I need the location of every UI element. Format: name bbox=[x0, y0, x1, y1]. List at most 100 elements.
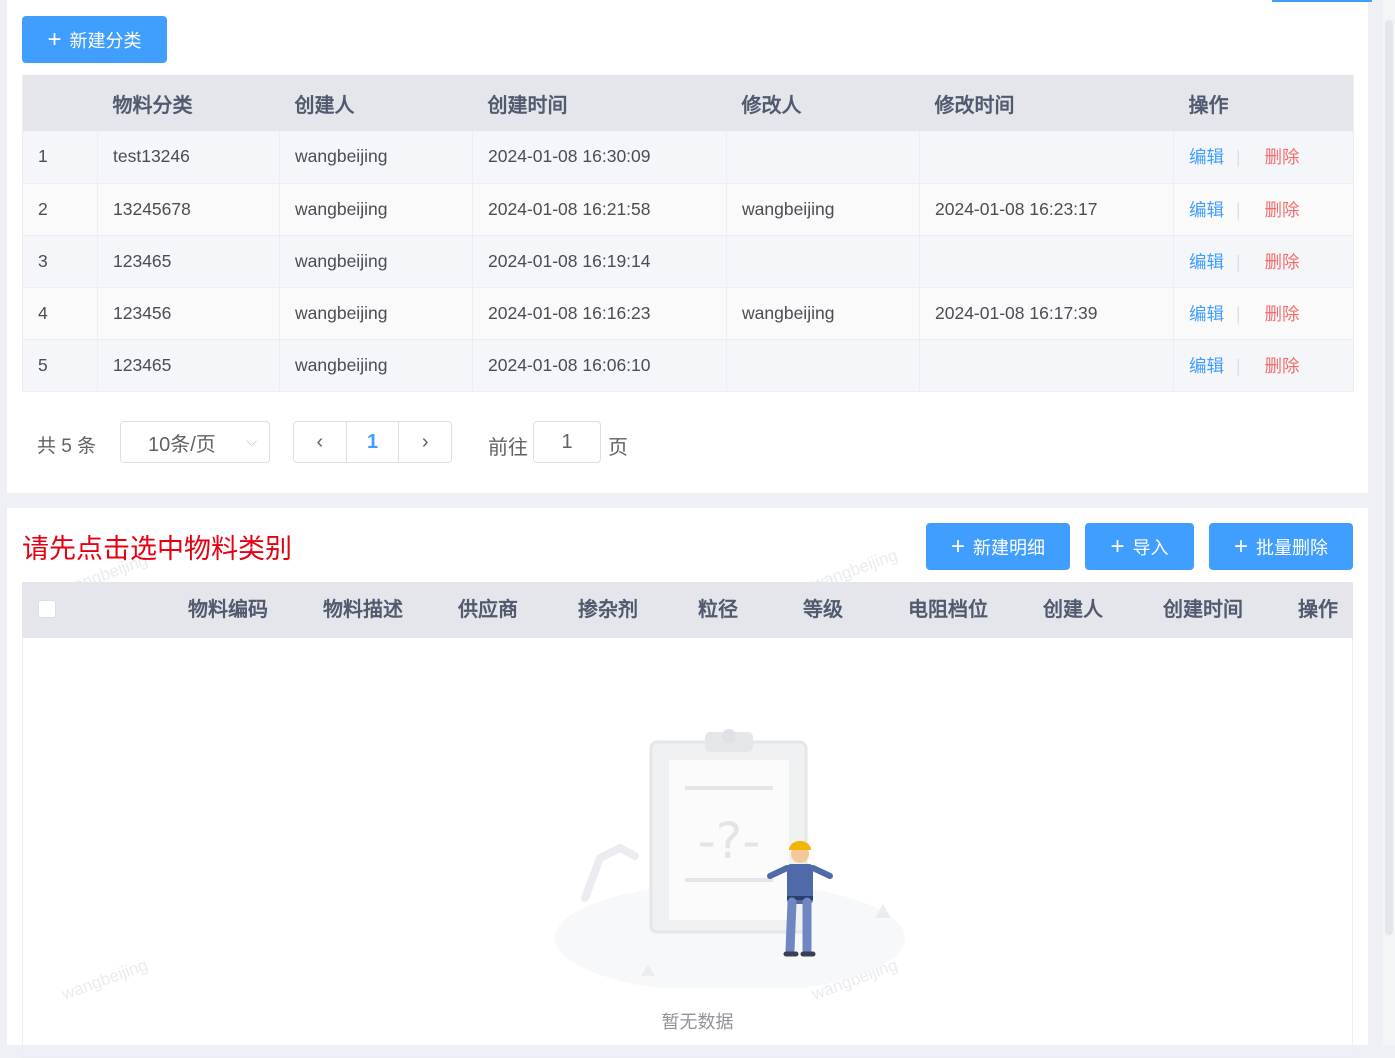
cell-index: 2 bbox=[22, 183, 98, 236]
header-index bbox=[22, 75, 98, 131]
header-supplier: 供应商 bbox=[458, 599, 518, 621]
goto-unit: 页 bbox=[608, 437, 628, 459]
action-separator: | bbox=[1236, 355, 1241, 376]
delete-link[interactable]: 删除 bbox=[1265, 252, 1300, 272]
prev-page-button[interactable]: ‹ bbox=[294, 422, 346, 462]
header-modified-time: 修改时间 bbox=[919, 75, 1174, 131]
table-row[interactable]: 2 13245678 wangbeijing 2024-01-08 16:21:… bbox=[22, 183, 1354, 236]
empty-data-text: 暂无数据 bbox=[661, 1012, 734, 1032]
chevron-down-icon: ⌵ bbox=[246, 433, 257, 449]
cell-creator: wangbeijing bbox=[279, 235, 473, 288]
cell-category: test13246 bbox=[97, 131, 280, 184]
edit-link[interactable]: 编辑 bbox=[1189, 304, 1224, 324]
delete-link[interactable]: 删除 bbox=[1265, 147, 1300, 167]
table-row[interactable]: 3 123465 wangbeijing 2024-01-08 16:19:14… bbox=[22, 235, 1354, 288]
header-creator: 创建人 bbox=[279, 75, 473, 131]
new-category-button[interactable]: + 新建分类 bbox=[22, 16, 167, 63]
cell-modified-time bbox=[919, 339, 1174, 392]
delete-link[interactable]: 删除 bbox=[1265, 200, 1300, 220]
chevron-left-icon: ‹ bbox=[316, 430, 324, 453]
header-actions: 操作 bbox=[1298, 599, 1338, 621]
edit-link[interactable]: 编辑 bbox=[1189, 147, 1224, 167]
cell-category: 123465 bbox=[97, 339, 280, 392]
table-row[interactable]: 4 123456 wangbeijing 2024-01-08 16:16:23… bbox=[22, 287, 1354, 340]
import-button[interactable]: + 导入 bbox=[1085, 523, 1194, 570]
cell-modifier: wangbeijing bbox=[726, 183, 920, 236]
import-label: 导入 bbox=[1132, 537, 1169, 558]
cell-creator: wangbeijing bbox=[279, 183, 473, 236]
table-header-row: 物料分类 创建人 创建时间 修改人 修改时间 操作 bbox=[22, 75, 1354, 131]
action-separator: | bbox=[1236, 147, 1241, 168]
plus-icon: + bbox=[950, 532, 965, 560]
cell-actions: 编辑 | 删除 bbox=[1173, 287, 1354, 340]
header-resistance: 电阻档位 bbox=[908, 599, 988, 621]
cell-creator: wangbeijing bbox=[279, 131, 473, 184]
header-actions: 操作 bbox=[1173, 75, 1354, 131]
detail-table-header: 物料编码 物料描述 供应商 掺杂剂 粒径 等级 电阻档位 创建人 创建时间 操作 bbox=[22, 582, 1353, 638]
delete-link[interactable]: 删除 bbox=[1265, 356, 1300, 376]
edit-link[interactable]: 编辑 bbox=[1189, 200, 1224, 220]
pagination: 共 5 条 10条/页 ⌵ ‹ 1 › 前往 1 页 bbox=[0, 421, 1395, 463]
next-page-button[interactable]: › bbox=[398, 422, 451, 462]
table-row[interactable]: 1 test13246 wangbeijing 2024-01-08 16:30… bbox=[22, 131, 1354, 184]
cell-actions: 编辑 | 删除 bbox=[1173, 235, 1354, 288]
header-category: 物料分类 bbox=[97, 75, 280, 131]
cell-modifier bbox=[726, 235, 920, 288]
pagination-total: 共 5 条 bbox=[37, 436, 97, 457]
tab-indicator bbox=[1272, 0, 1372, 2]
batch-delete-button[interactable]: + 批量删除 bbox=[1209, 523, 1353, 570]
header-created-time: 创建时间 bbox=[472, 75, 727, 131]
cell-modifier bbox=[726, 131, 920, 184]
goto-label: 前往 bbox=[488, 437, 528, 459]
page-size-select[interactable]: 10条/页 ⌵ bbox=[120, 421, 270, 463]
cell-category: 123456 bbox=[97, 287, 280, 340]
header-created-time: 创建时间 bbox=[1163, 599, 1243, 621]
table-row[interactable]: 5 123465 wangbeijing 2024-01-08 16:06:10… bbox=[22, 339, 1354, 392]
cell-modified-time bbox=[919, 131, 1174, 184]
header-modifier: 修改人 bbox=[726, 75, 920, 131]
empty-data-illustration: -?- bbox=[555, 729, 905, 988]
select-all-checkbox[interactable] bbox=[38, 600, 56, 618]
cell-actions: 编辑 | 删除 bbox=[1173, 131, 1354, 184]
edit-link[interactable]: 编辑 bbox=[1189, 356, 1224, 376]
cell-modifier bbox=[726, 339, 920, 392]
cell-modified-time: 2024-01-08 16:17:39 bbox=[919, 287, 1174, 340]
header-dopant: 掺杂剂 bbox=[578, 599, 638, 621]
action-separator: | bbox=[1236, 199, 1241, 220]
cell-created-time: 2024-01-08 16:16:23 bbox=[472, 287, 727, 340]
header-material-code: 物料编码 bbox=[188, 599, 268, 621]
cell-index: 1 bbox=[22, 131, 98, 184]
scrollbar-thumb[interactable] bbox=[1385, 20, 1393, 935]
cell-created-time: 2024-01-08 16:19:14 bbox=[472, 235, 727, 288]
page-size-value: 10条/页 bbox=[148, 433, 216, 456]
goto-page-input[interactable]: 1 bbox=[533, 421, 601, 463]
cell-index: 4 bbox=[22, 287, 98, 340]
cell-created-time: 2024-01-08 16:06:10 bbox=[472, 339, 727, 392]
category-table: 物料分类 创建人 创建时间 修改人 修改时间 操作 1 test13246 wa… bbox=[22, 75, 1354, 392]
delete-link[interactable]: 删除 bbox=[1265, 304, 1300, 324]
page-number-button[interactable]: 1 bbox=[345, 422, 399, 462]
new-detail-label: 新建明细 bbox=[973, 537, 1045, 558]
new-category-label: 新建分类 bbox=[69, 30, 142, 51]
page-navigator: ‹ 1 › bbox=[293, 421, 452, 463]
cell-modified-time bbox=[919, 235, 1174, 288]
cell-category: 13245678 bbox=[97, 183, 280, 236]
chevron-right-icon: › bbox=[421, 430, 429, 453]
header-particle-size: 粒径 bbox=[698, 599, 738, 621]
select-category-hint: 请先点击选中物料类别 bbox=[22, 534, 292, 564]
cell-creator: wangbeijing bbox=[279, 339, 473, 392]
cell-modified-time: 2024-01-08 16:23:17 bbox=[919, 183, 1174, 236]
cell-creator: wangbeijing bbox=[279, 287, 473, 340]
action-separator: | bbox=[1236, 251, 1241, 272]
cell-actions: 编辑 | 删除 bbox=[1173, 183, 1354, 236]
edit-link[interactable]: 编辑 bbox=[1189, 252, 1224, 272]
cell-category: 123465 bbox=[97, 235, 280, 288]
cell-index: 5 bbox=[22, 339, 98, 392]
cell-created-time: 2024-01-08 16:21:58 bbox=[472, 183, 727, 236]
plus-icon: + bbox=[1110, 532, 1125, 560]
batch-delete-label: 批量删除 bbox=[1256, 537, 1328, 558]
new-detail-button[interactable]: + 新建明细 bbox=[926, 523, 1070, 570]
cell-modifier: wangbeijing bbox=[726, 287, 920, 340]
plus-icon: + bbox=[47, 25, 62, 53]
cell-index: 3 bbox=[22, 235, 98, 288]
